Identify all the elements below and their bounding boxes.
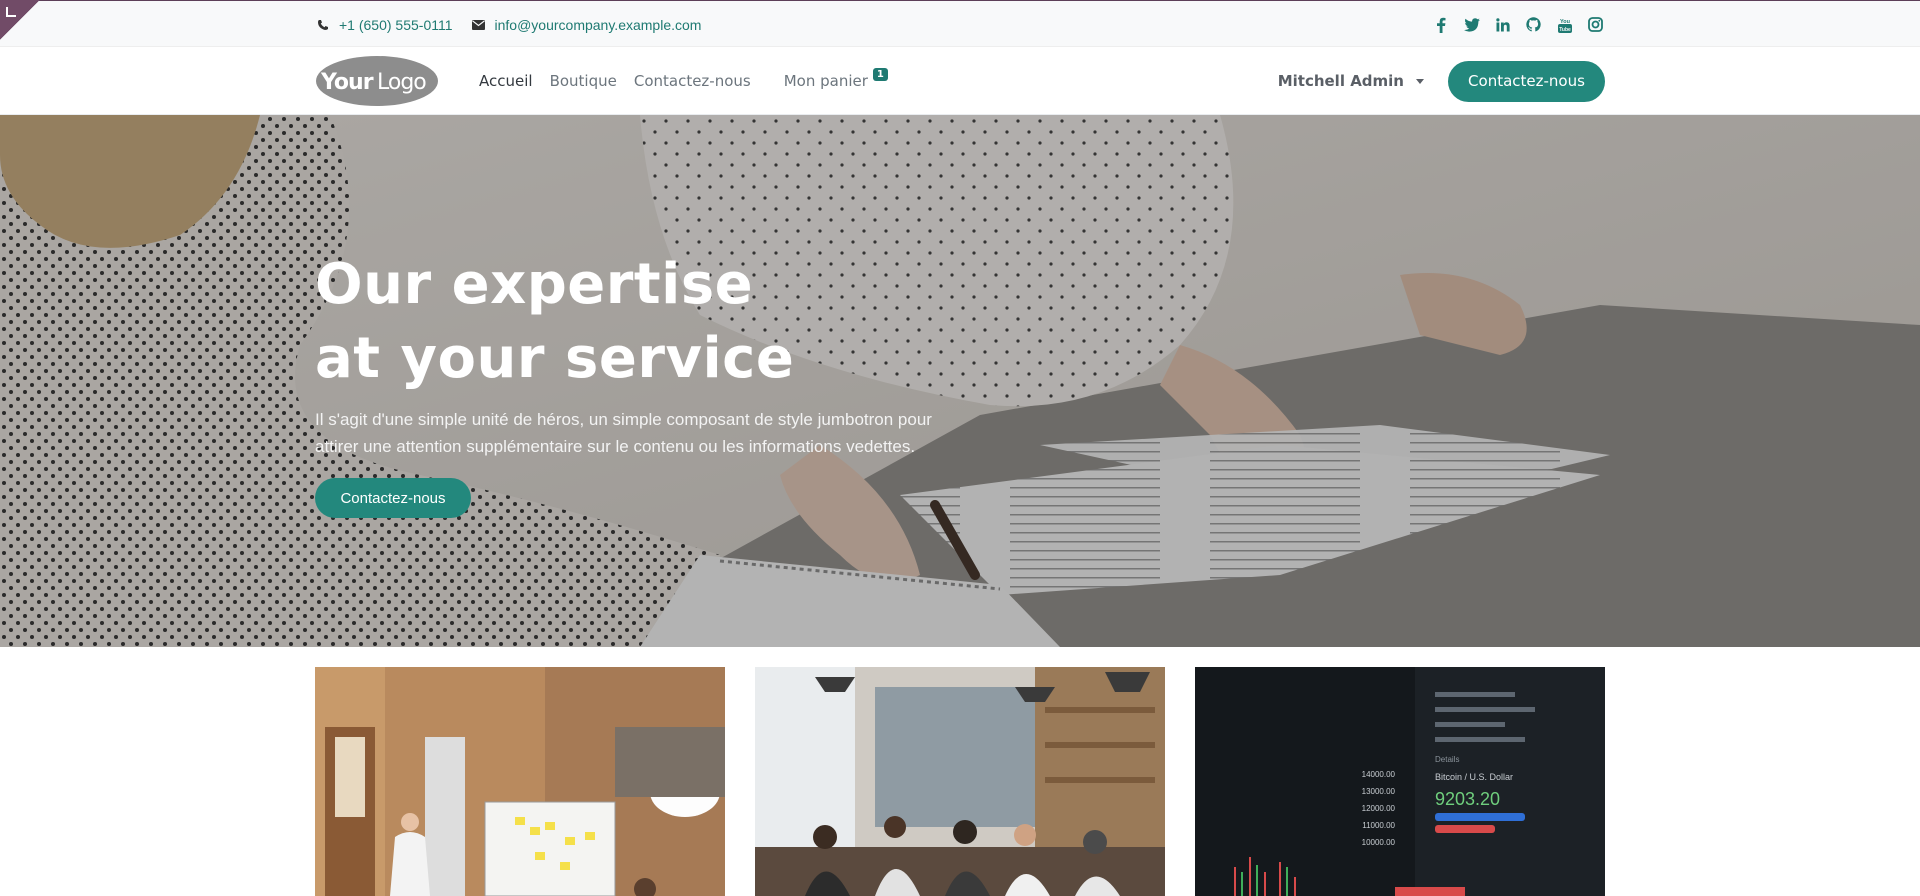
hero-banner: Our expertise at your service Il s'agit … [0,115,1920,647]
email-contact[interactable]: info@yourcompany.example.com [471,17,702,33]
hero-contact-button[interactable]: Contactez-nous [315,478,471,518]
email-address[interactable]: info@yourcompany.example.com [495,17,702,33]
youtube-icon[interactable]: Tube You [1555,15,1574,34]
corner-icon [6,7,16,17]
company-logo[interactable]: Your Logo [315,55,439,107]
nav-link-cart[interactable]: Mon panier 1 [783,68,888,90]
twitter-icon[interactable] [1462,15,1481,34]
card-image-team-table[interactable] [755,667,1165,896]
instagram-icon[interactable] [1586,15,1605,34]
hero-title: Our expertise at your service [315,248,1015,396]
linkedin-icon[interactable] [1493,15,1512,34]
github-icon[interactable] [1524,15,1543,34]
nav-link-boutique[interactable]: Boutique [550,72,617,90]
chart-tick-1: 14000.00 [1362,770,1396,779]
nav-link-contact[interactable]: Contactez-nous [634,72,751,90]
hero-content: Our expertise at your service Il s'agit … [315,248,1015,518]
phone-number[interactable]: +1 (650) 555-0111 [339,17,453,33]
nav-link-accueil[interactable]: Accueil [479,72,533,90]
chart-tick-2: 13000.00 [1362,787,1396,796]
cart-count-badge: 1 [872,68,888,81]
social-links: Tube You [1431,15,1605,34]
hero-title-line1: Our expertise [315,252,754,317]
main-navbar: Your Logo Accueil Boutique Contactez-nou… [0,47,1920,115]
chart-price: 9203.20 [1435,789,1500,809]
envelope-icon [471,17,487,33]
hero-title-line2: at your service [315,326,795,391]
svg-text:You: You [1560,18,1570,24]
chart-tick-4: 11000.00 [1362,821,1395,830]
cart-label: Mon panier [783,72,868,90]
hero-description: Il s'agit d'une simple unité de héros, u… [315,410,932,456]
chart-details-label: Details [1435,755,1459,764]
facebook-icon[interactable] [1431,15,1450,34]
phone-contact[interactable]: +1 (650) 555-0111 [315,17,453,33]
svg-text:Logo: Logo [377,70,426,95]
svg-text:Your: Your [320,70,374,95]
image-cards-row: 14000.00 13000.00 12000.00 11000.00 1000… [315,667,1605,896]
caret-down-icon [1416,78,1424,84]
user-menu-dropdown[interactable]: Mitchell Admin [1278,72,1424,90]
svg-text:Tube: Tube [1559,27,1571,33]
header-contact-button[interactable]: Contactez-nous [1448,60,1605,102]
user-name: Mitchell Admin [1277,72,1404,90]
chart-pair-label: Bitcoin / U.S. Dollar [1435,772,1513,782]
chart-tick-5: 10000.00 [1362,838,1396,847]
top-contact-bar: +1 (650) 555-0111 info@yourcompany.examp… [0,0,1920,47]
edit-mode-badge[interactable] [0,0,40,40]
phone-icon [315,17,331,33]
chart-tick-3: 12000.00 [1362,804,1396,813]
card-image-meeting-whiteboard[interactable] [315,667,725,896]
card-image-trading-chart[interactable]: 14000.00 13000.00 12000.00 11000.00 1000… [1195,667,1605,896]
